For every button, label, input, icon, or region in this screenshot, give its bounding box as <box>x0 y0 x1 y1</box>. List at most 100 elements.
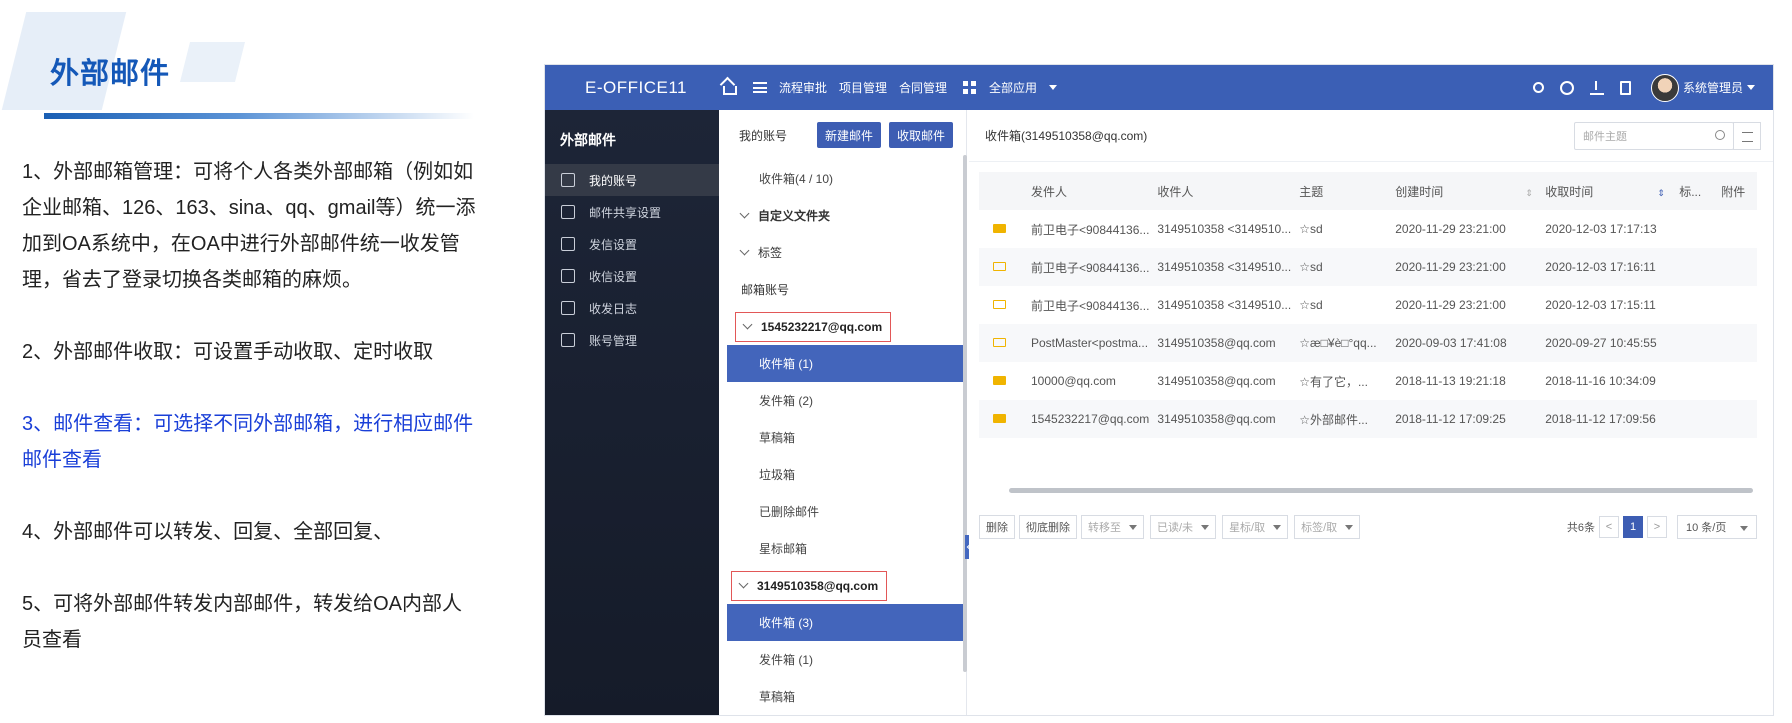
decor-shape <box>180 42 245 82</box>
filter-icon[interactable] <box>1733 121 1761 150</box>
nav-flow-approval[interactable]: 流程审批 <box>779 79 827 96</box>
mail-accounts-label: 邮箱账号 <box>741 283 790 297</box>
sidebar-item-log[interactable]: 收发日志 <box>545 292 719 324</box>
page-number[interactable]: 1 <box>1623 516 1643 538</box>
mail-read-icon <box>993 376 1006 385</box>
table-row[interactable]: 前卫电子<90844136... 3149510358 <3149510... ☆s… <box>979 210 1757 248</box>
feature-point: 1、外部邮箱管理：可将个人各类外部邮箱（例如如企业邮箱、126、163、sina… <box>22 161 476 291</box>
user-name[interactable]: 系统管理员 <box>1683 79 1743 96</box>
mail-unread-icon <box>993 262 1006 271</box>
column-created[interactable]: 创建时间 ⇕ <box>1387 172 1538 210</box>
tag-dropdown[interactable]: 标签/取 <box>1294 515 1361 539</box>
folder-drafts[interactable]: 草稿箱 <box>719 419 966 456</box>
clock-icon[interactable] <box>1559 80 1574 95</box>
account-label: 3149510358@qq.com <box>757 578 879 593</box>
cell-to: 3149510358 <3149510... <box>1157 298 1292 312</box>
folder-deleted[interactable]: 已删除邮件 <box>719 493 966 530</box>
pagination: 共6条 < 1 > 10 条/页 <box>1567 515 1757 539</box>
prev-page-button[interactable]: < <box>1599 516 1619 538</box>
column-attachment[interactable]: 附件 <box>1713 172 1757 210</box>
table-row[interactable]: 前卫电子<90844136... 3149510358 <3149510... ☆s… <box>979 286 1757 324</box>
folder-drafts[interactable]: 草稿箱 <box>719 678 966 715</box>
mail-list-panel: 收件箱(3149510358@qq.com) 邮件主题 发件人 收件人 主题 创… <box>969 110 1773 715</box>
search-icon[interactable] <box>1532 82 1544 93</box>
column-to[interactable]: 收件人 <box>1149 172 1292 210</box>
folder-sent[interactable]: 发件箱 (1) <box>719 641 966 678</box>
horizontal-scrollbar[interactable] <box>1009 488 1753 493</box>
folder-sent[interactable]: 发件箱 (2) <box>719 382 966 419</box>
account-label: 1545232217@qq.com <box>761 319 883 334</box>
table-row[interactable]: PostMaster<postma... 3149510358@qq.com ☆æ□… <box>979 324 1757 362</box>
search-input[interactable]: 邮件主题 <box>1574 121 1734 150</box>
next-page-button[interactable]: > <box>1647 516 1667 538</box>
sort-icon[interactable]: ⇕ <box>1525 188 1533 199</box>
move-to-dropdown[interactable]: 转移至 <box>1081 515 1144 539</box>
sidebar-item-share-settings[interactable]: 邮件共享设置 <box>545 196 719 228</box>
apps-grid-icon <box>963 80 978 95</box>
cell-created: 2020-11-29 23:21:00 <box>1395 298 1506 312</box>
page-size-select[interactable]: 10 条/页 <box>1677 515 1757 539</box>
column-received[interactable]: 收取时间 ⇕ <box>1537 172 1672 210</box>
nav-all-apps[interactable]: 全部应用 <box>989 79 1037 96</box>
delete-button[interactable]: 删除 <box>979 515 1015 539</box>
home-icon[interactable] <box>723 85 737 95</box>
table-row[interactable]: 1545232217@qq.com 3149510358@qq.com ☆外部邮件.… <box>979 400 1757 438</box>
fetch-mail-button[interactable]: 收取邮件 <box>889 122 954 148</box>
account-1[interactable]: 1545232217@qq.com <box>735 311 892 342</box>
menu-icon[interactable] <box>753 82 767 93</box>
tags-group[interactable]: 标签 <box>719 234 966 271</box>
sidebar-item-send-settings[interactable]: 发信设置 <box>545 228 719 260</box>
mailbox-tree: 我的账号 新建邮件 收取邮件 收件箱(4 / 10) 自定义文件夹 标签 邮箱账… <box>719 110 967 715</box>
sidebar-item-my-account[interactable]: 我的账号 <box>545 164 719 196</box>
permanent-delete-button[interactable]: 彻底删除 <box>1019 515 1077 539</box>
folder-inbox-account2[interactable]: 收件箱 (3) <box>727 604 966 641</box>
column-status <box>979 172 1023 210</box>
title-underline <box>44 113 474 119</box>
read-status-dropdown[interactable]: 已读/未 <box>1150 515 1217 539</box>
nav-project-management[interactable]: 项目管理 <box>839 79 887 96</box>
sort-desc-icon[interactable]: ⇕ <box>1657 188 1665 199</box>
tree-title: 我的账号 <box>739 128 788 143</box>
folder-trash[interactable]: 垃圾箱 <box>719 456 966 493</box>
column-from[interactable]: 发件人 <box>1023 172 1150 210</box>
account-row[interactable]: 1545232217@qq.com <box>719 308 966 345</box>
chevron-down-icon[interactable] <box>1049 85 1058 90</box>
tree-scrollbar[interactable] <box>963 155 967 672</box>
table-row[interactable]: 前卫电子<90844136... 3149510358 <3149510... ☆s… <box>979 248 1757 286</box>
total-count: 共6条 <box>1566 522 1595 534</box>
chevron-down-icon[interactable] <box>1747 85 1755 90</box>
nav-contract-management[interactable]: 合同管理 <box>899 79 947 96</box>
chevron-down-icon <box>738 578 749 589</box>
column-subject[interactable]: 主题 <box>1291 172 1388 210</box>
new-mail-button[interactable]: 新建邮件 <box>817 122 882 148</box>
cell-attachment <box>1713 324 1757 362</box>
cell-subject: ☆sd <box>1291 248 1388 286</box>
custom-folder-group[interactable]: 自定义文件夹 <box>719 197 966 234</box>
star-dropdown[interactable]: 星标/取 <box>1222 515 1289 539</box>
account-2[interactable]: 3149510358@qq.com <box>731 570 888 601</box>
table-row[interactable]: 10000@qq.com 3149510358@qq.com ☆有了它，... 201… <box>979 362 1757 400</box>
sidebar-item-account-management[interactable]: 账号管理 <box>545 324 719 356</box>
cell-received: 2020-12-03 17:16:11 <box>1537 248 1672 286</box>
account-row[interactable]: 3149510358@qq.com <box>719 567 966 604</box>
avatar[interactable] <box>1650 73 1679 102</box>
cell-attachment <box>1713 248 1757 286</box>
cell-to: 3149510358@qq.com <box>1149 400 1292 438</box>
send-icon <box>561 237 575 251</box>
cell-from: 前卫电子<90844136... <box>1031 298 1150 313</box>
group-label: 自定义文件夹 <box>758 209 831 223</box>
cell-subject: ☆sd <box>1299 298 1323 312</box>
folder-inbox-account1[interactable]: 收件箱 (1) <box>727 345 966 382</box>
document-icon[interactable] <box>1619 80 1631 95</box>
cell-tag <box>1671 362 1713 400</box>
cell-to: 3149510358@qq.com <box>1149 324 1292 362</box>
group-label: 标签 <box>758 246 783 260</box>
inbox-summary[interactable]: 收件箱(4 / 10) <box>719 160 966 197</box>
column-tag[interactable]: 标... <box>1671 172 1714 210</box>
sidebar-item-label: 我的账号 <box>589 173 638 188</box>
sidebar-item-receive-settings[interactable]: 收信设置 <box>545 260 719 292</box>
search-icon[interactable] <box>1715 129 1725 140</box>
cell-status <box>979 324 1023 362</box>
folder-starred[interactable]: 星标邮箱 <box>719 530 966 567</box>
download-icon[interactable] <box>1589 80 1604 95</box>
